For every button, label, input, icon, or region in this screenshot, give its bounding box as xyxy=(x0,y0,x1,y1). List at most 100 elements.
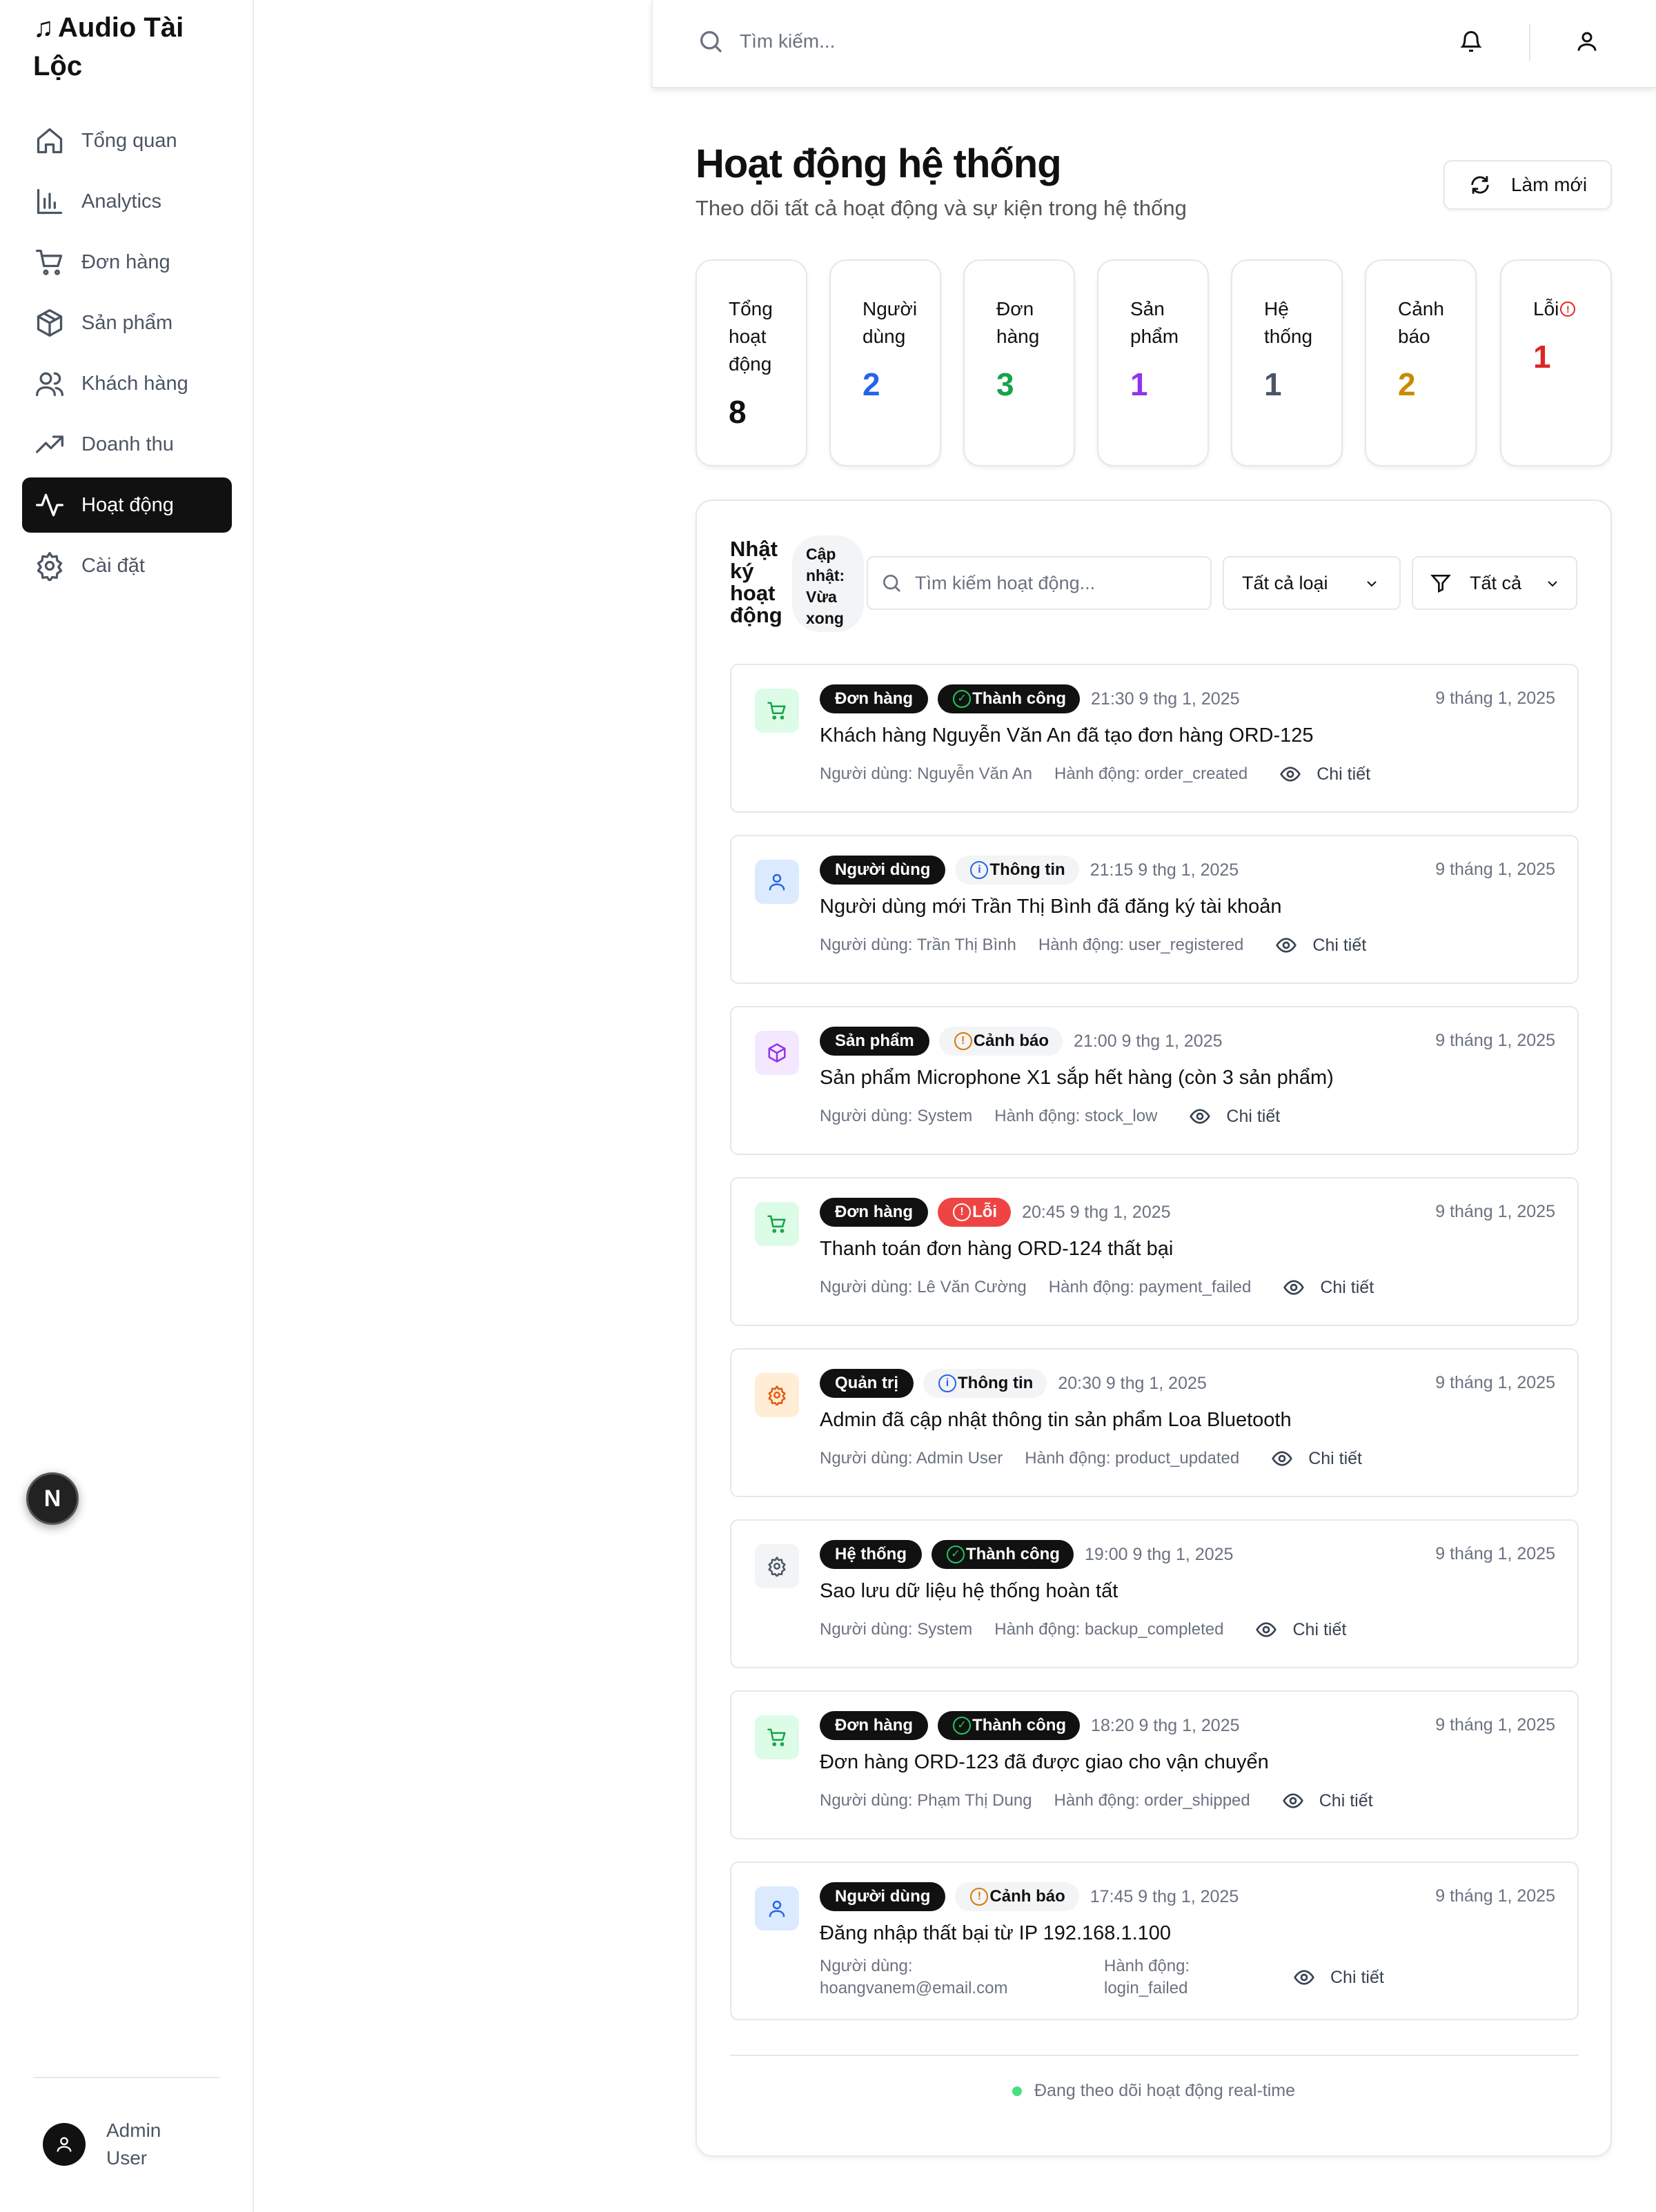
refresh-button[interactable]: Làm mới xyxy=(1443,160,1612,210)
eye-icon[interactable] xyxy=(1282,1790,1304,1812)
search-input[interactable] xyxy=(740,30,1154,52)
cart-icon xyxy=(755,1202,799,1246)
status-filter-value: Tất cả xyxy=(1470,572,1522,593)
eye-icon[interactable] xyxy=(1271,1448,1293,1470)
status-label: Thông tin xyxy=(958,1374,1034,1392)
detail-link[interactable]: Chi tiết xyxy=(1226,1107,1280,1127)
stat-value: 1 xyxy=(1533,339,1551,375)
stat-label: Người dùng xyxy=(862,298,918,347)
activity-entry[interactable]: Người dùng i Thông tin 21:15 9 thg 1, 2025 9… xyxy=(730,835,1579,984)
entry-date: 9 tháng 1, 2025 xyxy=(1435,860,1555,879)
log-search-input[interactable] xyxy=(915,572,1191,594)
log-search xyxy=(867,556,1212,610)
user-profile[interactable]: Admin User xyxy=(43,2117,182,2172)
status-icon: ✓ xyxy=(953,1717,972,1735)
entry-message: Sao lưu dữ liệu hệ thống hoàn tất xyxy=(820,1580,1118,1602)
user-menu-icon[interactable] xyxy=(1575,29,1602,57)
type-filter-value: Tất cả loại xyxy=(1242,572,1328,593)
entry-time: 17:45 9 thg 1, 2025 xyxy=(1090,1886,1239,1906)
category-badge: Người dùng xyxy=(820,856,946,885)
detail-link[interactable]: Chi tiết xyxy=(1292,1620,1346,1640)
entry-date: 9 tháng 1, 2025 xyxy=(1435,689,1555,708)
status-badge: i Thông tin xyxy=(955,856,1079,885)
detail-link[interactable]: Chi tiết xyxy=(1308,1449,1362,1469)
entry-message: Người dùng mới Trần Thị Bình đã đăng ký … xyxy=(820,896,1282,918)
sidebar-item-san-pham[interactable]: Sản phẩm xyxy=(22,295,232,350)
status-label: Thành công xyxy=(965,1545,1060,1563)
sidebar: ♫ Audio Tài Lộc Tổng quan Analytics Đơn h… xyxy=(0,0,254,2212)
chevron-down-icon xyxy=(1548,581,1557,587)
detail-link[interactable]: Chi tiết xyxy=(1320,1278,1374,1298)
sidebar-item-hoat-dong[interactable]: Hoạt động xyxy=(22,477,232,533)
detail-link[interactable]: Chi tiết xyxy=(1330,1968,1384,1988)
status-icon: ! xyxy=(970,1888,989,1906)
eye-icon[interactable] xyxy=(1189,1105,1211,1127)
entry-user: Người dùng: Admin User xyxy=(820,1449,1003,1468)
detail-link[interactable]: Chi tiết xyxy=(1312,936,1366,956)
entry-header: Đơn hàng! Lỗi 20:45 9 thg 1, 2025 xyxy=(820,1198,1171,1227)
status-icon: ! xyxy=(954,1032,972,1050)
entry-meta: Người dùng: hoangvanem@email.com Hành độn… xyxy=(820,1955,1384,1999)
bar-chart-icon xyxy=(33,185,66,218)
sidebar-item-cai-dat[interactable]: Cài đặt xyxy=(22,538,232,593)
eye-icon[interactable] xyxy=(1293,1966,1315,1988)
sidebar-item-khach-hang[interactable]: Khách hàng xyxy=(22,356,232,411)
entry-user: Người dùng: Trần Thị Bình xyxy=(820,936,1016,954)
activity-entry[interactable]: Quản trị i Thông tin 20:30 9 thg 1, 2025 9 t… xyxy=(730,1348,1579,1497)
activity-entry[interactable]: Sản phẩm! Cảnh báo 21:00 9 thg 1, 2025 9 th… xyxy=(730,1006,1579,1155)
status-badge: ! Cảnh báo xyxy=(938,1027,1063,1056)
sidebar-item-analytics[interactable]: Analytics xyxy=(22,174,232,229)
entry-header: Sản phẩm! Cảnh báo 21:00 9 thg 1, 2025 xyxy=(820,1027,1223,1056)
entry-header: Người dùng! Cảnh báo 17:45 9 thg 1, 2025 xyxy=(820,1882,1239,1911)
entry-date: 9 tháng 1, 2025 xyxy=(1435,1202,1555,1221)
stat-card: Tổng hoạt động 8 xyxy=(696,259,807,466)
live-text: Đang theo dõi hoạt động real-time xyxy=(1034,2081,1296,2100)
activity-icon xyxy=(33,488,66,522)
dev-indicator-badge[interactable]: N xyxy=(26,1472,79,1525)
status-filter-select[interactable]: Tất cả xyxy=(1412,556,1577,610)
eye-icon[interactable] xyxy=(1283,1276,1305,1298)
page-title: Hoạt động hệ thống xyxy=(696,141,1062,186)
cart-icon xyxy=(33,246,66,279)
category-badge: Đơn hàng xyxy=(820,1711,929,1740)
status-label: Thành công xyxy=(972,689,1067,708)
sidebar-item-tong-quan[interactable]: Tổng quan xyxy=(22,113,232,168)
detail-link[interactable]: Chi tiết xyxy=(1317,764,1370,784)
live-dot-icon xyxy=(1012,2086,1022,2096)
status-label: Lỗi xyxy=(972,1203,998,1221)
entry-time: 18:20 9 thg 1, 2025 xyxy=(1091,1715,1240,1735)
brand-title[interactable]: ♫ Audio Tài Lộc xyxy=(33,8,233,86)
status-badge: i Thông tin xyxy=(923,1369,1047,1398)
stat-value: 2 xyxy=(1398,366,1416,402)
entry-action: Hành động: order_shipped xyxy=(1054,1791,1250,1810)
category-badge: Hệ thống xyxy=(820,1540,922,1569)
activity-entry[interactable]: Hệ thống ✓ Thành công 19:00 9 thg 1, 2025 9 … xyxy=(730,1519,1579,1668)
entry-header: Đơn hàng ✓ Thành công 21:30 9 thg 1, 2025 xyxy=(820,684,1240,713)
sidebar-item-label: Sản phẩm xyxy=(81,311,173,334)
status-icon: ! xyxy=(953,1203,972,1221)
gear-icon xyxy=(33,549,66,582)
bell-icon[interactable] xyxy=(1459,29,1486,57)
status-icon: ✓ xyxy=(946,1546,965,1563)
stat-card: Người dùng 2 xyxy=(829,259,941,466)
search-icon xyxy=(700,31,722,53)
activity-entry[interactable]: Đơn hàng ✓ Thành công 18:20 9 thg 1, 2025 9 … xyxy=(730,1690,1579,1839)
entry-action: Hành động: backup_completed xyxy=(994,1620,1224,1639)
eye-icon[interactable] xyxy=(1279,763,1301,785)
status-icon: i xyxy=(970,861,989,879)
eye-icon[interactable] xyxy=(1255,1619,1277,1641)
activity-entry[interactable]: Đơn hàng ✓ Thành công 21:30 9 thg 1, 2025 9 … xyxy=(730,664,1579,813)
eye-icon[interactable] xyxy=(1275,934,1297,956)
entry-action: Hành động: login_failed xyxy=(1104,1957,1190,1997)
type-filter-select[interactable]: Tất cả loại xyxy=(1223,556,1401,610)
sidebar-item-doanh-thu[interactable]: Doanh thu xyxy=(22,417,232,472)
chevron-down-icon xyxy=(1367,581,1377,587)
entry-time: 21:15 9 thg 1, 2025 xyxy=(1090,860,1239,880)
activity-entry[interactable]: Người dùng! Cảnh báo 17:45 9 thg 1, 2025 9 … xyxy=(730,1862,1579,2020)
activity-entry[interactable]: Đơn hàng! Lỗi 20:45 9 thg 1, 2025 9 tháng 1… xyxy=(730,1177,1579,1326)
detail-link[interactable]: Chi tiết xyxy=(1319,1791,1373,1811)
sidebar-item-don-hang[interactable]: Đơn hàng xyxy=(22,235,232,290)
sidebar-item-label: Khách hàng xyxy=(81,372,188,395)
category-badge: Đơn hàng xyxy=(820,1198,929,1227)
box-icon xyxy=(33,306,66,339)
